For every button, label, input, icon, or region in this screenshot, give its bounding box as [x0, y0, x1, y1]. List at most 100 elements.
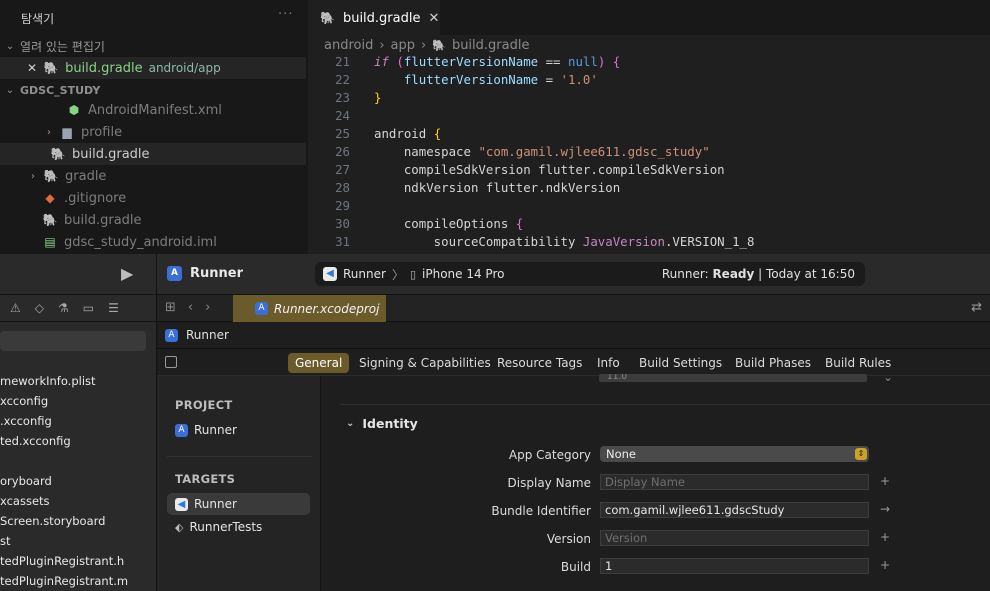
project-item-runner[interactable]: A Runner [167, 419, 310, 441]
add-icon[interactable]: + [880, 530, 890, 544]
tree-item-label: build.gradle [72, 146, 150, 162]
code-line: 24 [308, 107, 990, 125]
flutter-icon: ◀ [175, 497, 188, 511]
add-icon[interactable]: + [880, 474, 890, 488]
code-line: 30 compileOptions { [308, 215, 990, 233]
bundle-identifier-field[interactable]: com.gamil.wjlee611.gdscStudy [600, 502, 869, 518]
scheme-name[interactable]: Runner [343, 267, 386, 281]
tree-item-build-gradle-app[interactable]: 🐘 build.gradle [0, 143, 306, 165]
tree-item-iml[interactable]: ▤ gdsc_study_android.iml [0, 231, 308, 253]
tree-item-gitignore[interactable]: ◆ .gitignore [0, 187, 308, 209]
breadcrumb-item[interactable]: app [391, 38, 415, 53]
tab-build-phases[interactable]: Build Phases [728, 353, 818, 373]
tab-xcodeproj[interactable]: A Runner.xcodeproj [233, 295, 386, 322]
breadcrumb-item[interactable]: build.gradle [452, 38, 530, 53]
code-area[interactable]: 21 if (flutterVersionName == null) { 22 f… [308, 53, 990, 251]
tab-resource-tags[interactable]: Resource Tags [490, 353, 589, 373]
app-category-label: App Category [508, 448, 591, 462]
tree-item-androidmanifest[interactable]: ⬢ AndroidManifest.xml [0, 99, 308, 121]
tree-item-build-gradle-root[interactable]: 🐘 build.gradle [0, 209, 308, 231]
forward-icon[interactable]: › [205, 300, 210, 315]
code-text: ndkVersion flutter.ndkVersion [374, 180, 621, 195]
tab-general[interactable]: General [288, 353, 350, 373]
nav-file[interactable]: xcassets [0, 494, 50, 508]
sidebar-toggle-icon[interactable] [165, 356, 177, 368]
folder-icon: ▆ [62, 125, 72, 139]
project-heading: PROJECT [175, 398, 233, 412]
run-icon[interactable]: ▶ [121, 264, 133, 283]
bundle-identifier-row: Bundle Identifier com.gamil.wjlee611.gds… [322, 501, 990, 521]
tab-info[interactable]: Info [590, 353, 627, 373]
bundle-identifier-label: Bundle Identifier [491, 504, 591, 518]
nav-file[interactable]: Screen.storyboard [0, 514, 105, 528]
code-editor: 🐘 build.gradle ✕ android › app › 🐘 build… [308, 0, 990, 254]
code-text: compileOptions { [374, 216, 524, 231]
target-item-runnertests[interactable]: ⬖ RunnerTests [167, 516, 310, 538]
navigator-filter-input[interactable] [0, 331, 146, 351]
tab-build-gradle[interactable]: 🐘 build.gradle ✕ [308, 0, 440, 35]
nav-file[interactable]: tedPluginRegistrant.h [0, 554, 124, 568]
open-editors-section[interactable]: ⌄ 열려 있는 편집기 [0, 35, 308, 57]
project-target-list: PROJECT A Runner TARGETS ◀ Runner ⬖ Runn… [157, 376, 321, 591]
chevron-right-icon: › [31, 170, 35, 182]
warning-icon[interactable]: ⚠ [10, 301, 21, 315]
tab-label: Runner.xcodeproj [274, 301, 380, 316]
split-editor-icon[interactable]: ⇄ [971, 300, 982, 315]
arrow-right-icon[interactable]: → [880, 502, 890, 516]
chevron-right-icon: › [47, 126, 51, 138]
tag-icon[interactable]: ▭ [83, 301, 94, 315]
breadcrumb-item[interactable]: android [324, 38, 373, 53]
target-item-label: RunnerTests [189, 520, 263, 534]
tab-signing-capabilities[interactable]: Signing & Capabilities [352, 353, 498, 373]
code-line: 25 android { [308, 125, 990, 143]
nav-file[interactable]: xcconfig [0, 394, 48, 408]
scheme-selector[interactable]: ◀ Runner 〉 ▯ iPhone 14 Pro Runner: Ready… [315, 262, 865, 286]
project-section[interactable]: ⌄ GDSC_STUDY [0, 79, 308, 101]
device-name[interactable]: iPhone 14 Pro [422, 267, 504, 281]
test-bundle-icon: ⬖ [175, 520, 184, 534]
chevron-down-icon: ⌄ [5, 84, 15, 96]
display-name-label: Display Name [507, 476, 591, 490]
tree-item-gradle[interactable]: › 🐘 gradle [0, 165, 308, 187]
version-field[interactable]: Version [600, 530, 869, 546]
stepper-icon[interactable]: ⌄ [883, 370, 893, 384]
iml-file-icon: ▤ [44, 235, 56, 249]
identity-section-header[interactable]: ⌄ Identity [346, 416, 418, 431]
project-navigator: ▶ ⚠ ◇ ⚗ ▭ ☰ meworkInfo.plist xcconfig .x… [0, 254, 157, 591]
breadcrumb: android › app › 🐘 build.gradle [324, 38, 529, 53]
project-title-label: Runner [190, 266, 244, 281]
line-number: 28 [335, 180, 350, 195]
code-line: 26 namespace "com.gamil.wjlee611.gdsc_st… [308, 143, 990, 161]
iphone-icon: ▯ [409, 267, 417, 281]
nav-file[interactable]: st [0, 534, 11, 548]
open-editor-item[interactable]: ✕ 🐘 build.gradle android/app [0, 57, 306, 79]
jump-bar-item[interactable]: Runner [186, 328, 229, 342]
nav-file[interactable]: meworkInfo.plist [0, 374, 96, 388]
build-field[interactable]: 1 [600, 558, 869, 574]
nav-file[interactable]: .xcconfig [0, 414, 52, 428]
project-label: GDSC_STUDY [20, 83, 101, 97]
tab-build-settings[interactable]: Build Settings [632, 353, 729, 373]
breakpoint-diamond-icon[interactable]: ◇ [35, 301, 44, 315]
add-icon[interactable]: + [880, 558, 890, 572]
line-number: 27 [335, 162, 350, 177]
code-line: 29 [308, 197, 990, 215]
dropdown-arrows-icon: ⇕ [855, 448, 867, 460]
close-icon[interactable]: ✕ [428, 11, 439, 26]
app-category-select[interactable]: None ⇕ [600, 446, 869, 462]
target-item-runner[interactable]: ◀ Runner [167, 493, 310, 515]
nav-file[interactable]: ted.xcconfig [0, 434, 71, 448]
display-name-field[interactable]: Display Name [600, 474, 869, 490]
more-actions-icon[interactable]: ··· [278, 7, 293, 22]
code-line: 31 sourceCompatibility JavaVersion.VERSI… [308, 233, 990, 251]
report-icon[interactable]: ☰ [108, 301, 119, 315]
close-icon[interactable]: ✕ [27, 61, 37, 75]
tree-item-label: gradle [65, 168, 107, 184]
deployment-target-field[interactable]: 11.0 [599, 374, 867, 382]
back-icon[interactable]: ‹ [188, 300, 193, 315]
test-icon[interactable]: ⚗ [58, 301, 69, 315]
nav-file[interactable]: tedPluginRegistrant.m [0, 574, 128, 588]
tree-item-profile[interactable]: › ▆ profile [0, 121, 308, 143]
grid-icon[interactable]: ⊞ [165, 300, 176, 315]
nav-file[interactable]: oryboard [0, 474, 52, 488]
